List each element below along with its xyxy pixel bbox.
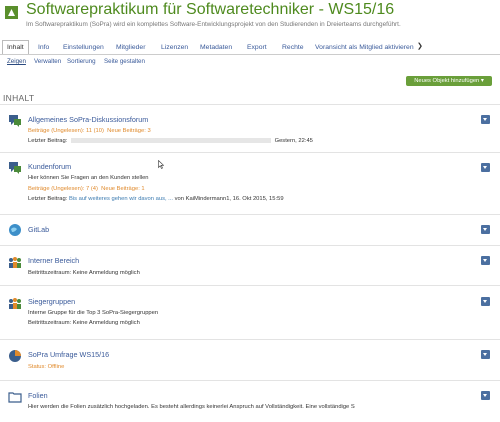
- list-item: Allgemeines SoPra-Diskussionsforum Beitr…: [0, 104, 500, 153]
- page-subtitle: Im Softwarepraktikum (SoPra) wird ein ko…: [26, 21, 401, 28]
- item-status: Status: Offline: [28, 364, 65, 370]
- weblink-icon: [9, 224, 21, 236]
- group-icon: [9, 257, 21, 268]
- tab-rechte[interactable]: Rechte: [282, 41, 304, 54]
- list-item: Siegergruppen Interne Gruppe für die Top…: [0, 285, 500, 340]
- list-item: Interner Bereich Beitrittszeitraum: Kein…: [0, 245, 500, 286]
- forum-icon: [9, 162, 21, 174]
- tab-export[interactable]: Export: [247, 41, 267, 54]
- redacted-text: [70, 138, 271, 143]
- item-description: Hier werden die Folien zusätzlich hochge…: [28, 404, 355, 410]
- item-period: Beitrittszeitraum: Keine Anmeldung mögli…: [28, 270, 140, 276]
- item-actions-button[interactable]: [481, 256, 490, 265]
- item-title[interactable]: GitLab: [28, 225, 49, 234]
- course-header: Softwarepraktikum für Softwaretechniker …: [0, 0, 500, 38]
- list-item: GitLab: [0, 214, 500, 246]
- section-title: INHALT: [3, 93, 35, 103]
- item-title[interactable]: SoPra Umfrage WS15/16: [28, 350, 109, 359]
- item-actions-button[interactable]: [481, 297, 490, 306]
- item-actions-button[interactable]: [481, 391, 490, 400]
- item-title[interactable]: Folien: [28, 391, 48, 400]
- stats-new: Neue Beiträge: 1: [101, 186, 145, 192]
- tab-mitglieder[interactable]: Mitglieder: [116, 41, 145, 54]
- last-post-date: Gestern, 22:45: [274, 138, 313, 145]
- tab-info[interactable]: Info: [38, 41, 49, 54]
- item-title[interactable]: Allgemeines SoPra-Diskussionsforum: [28, 115, 148, 124]
- item-stats: Beiträge (Ungelesen): 11 (10) Neue Beitr…: [28, 128, 151, 134]
- chevron-right-icon[interactable]: ❯: [417, 42, 423, 50]
- group-icon: [9, 298, 21, 309]
- subtab-verwalten[interactable]: Verwalten: [34, 58, 61, 65]
- item-last-post: Letzter Beitrag: Bis auf weiteres gehen …: [28, 196, 284, 202]
- tab-inhalt[interactable]: Inhalt: [2, 40, 29, 54]
- item-title[interactable]: Siegergruppen: [28, 297, 75, 306]
- folder-icon: [8, 392, 22, 403]
- course-icon: [5, 6, 18, 19]
- list-item: SoPra Umfrage WS15/16 Status: Offline: [0, 339, 500, 381]
- item-title[interactable]: Kundenforum: [28, 162, 71, 171]
- last-post-link[interactable]: Bis auf weiteres gehen wir davon aus, ..…: [69, 196, 173, 202]
- list-item: Kundenforum Hier können Sie Fragen an de…: [0, 152, 500, 215]
- mouse-cursor-icon: [158, 160, 164, 169]
- tab-lizenzen[interactable]: Lizenzen: [161, 41, 188, 54]
- item-actions-button[interactable]: [481, 225, 490, 234]
- stats-unread: Beiträge (Ungelesen): 11 (10): [28, 128, 104, 134]
- item-actions-button[interactable]: [481, 163, 490, 172]
- tab-voransicht[interactable]: Voransicht als Mitglied aktivieren: [315, 41, 414, 54]
- add-object-button[interactable]: Neues Objekt hinzufügen ▾: [406, 76, 492, 86]
- item-title[interactable]: Interner Bereich: [28, 256, 79, 265]
- stats-unread: Beiträge (Ungelesen): 7 (4): [28, 186, 98, 192]
- item-actions-button[interactable]: [481, 115, 490, 124]
- subtab-zeigen[interactable]: Zeigen: [7, 58, 26, 65]
- item-actions-button[interactable]: [481, 350, 490, 359]
- sub-tabs: Zeigen Verwalten Sortierung Seite gestal…: [0, 55, 500, 70]
- item-period: Beitrittszeitraum: Keine Anmeldung mögli…: [28, 320, 140, 326]
- subtab-sortierung[interactable]: Sortierung: [67, 58, 96, 65]
- page-title: Softwarepraktikum für Softwaretechniker …: [26, 1, 395, 18]
- last-post-author: von KaiMindermann1, 16. Okt 2015, 15:59: [174, 196, 284, 202]
- survey-icon: [9, 350, 21, 362]
- last-post-label: Letzter Beitrag:: [28, 196, 68, 202]
- item-stats: Beiträge (Ungelesen): 7 (4) Neue Beiträg…: [28, 186, 145, 192]
- item-description: Interne Gruppe für die Top 3 SoPra-Siege…: [28, 310, 159, 316]
- tab-metadaten[interactable]: Metadaten: [200, 41, 232, 54]
- main-tabs: Inhalt Info Einstellungen Mitglieder Liz…: [0, 39, 500, 55]
- subtab-seite-gestalten[interactable]: Seite gestalten: [104, 58, 145, 65]
- tab-einstellungen[interactable]: Einstellungen: [63, 41, 104, 54]
- item-last-post: Letzter Beitrag: Gestern, 22:45: [28, 138, 313, 144]
- last-post-label: Letzter Beitrag:: [28, 138, 68, 145]
- list-item: Folien Hier werden die Folien zusätzlich…: [0, 380, 500, 422]
- stats-new: Neue Beiträge: 3: [107, 128, 151, 134]
- item-description: Hier können Sie Fragen an den Kunden ste…: [28, 175, 149, 181]
- forum-icon: [9, 115, 21, 127]
